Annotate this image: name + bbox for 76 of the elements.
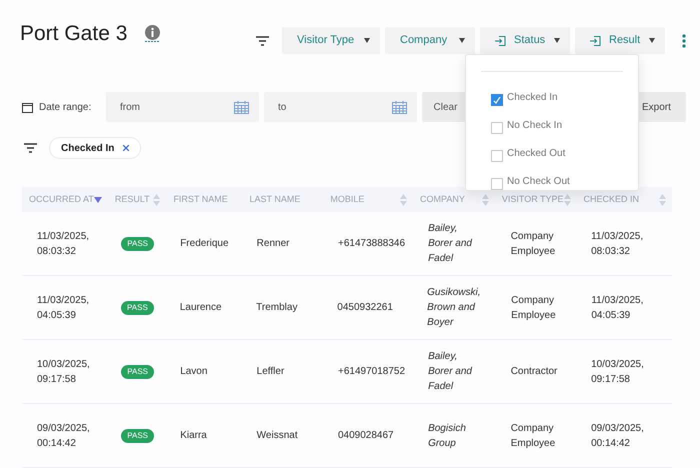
- from-date-field[interactable]: from: [106, 92, 259, 122]
- table-cell-text: Kiarra: [180, 429, 208, 443]
- table-cell-text: 09/03/2025, 00:14:42: [37, 422, 91, 450]
- table-cell-text: Laurence: [180, 301, 223, 315]
- calendar-icon: [22, 102, 33, 112]
- table-cell-text: Company Employee: [511, 294, 557, 322]
- page-title: Port Gate 3: [20, 21, 128, 47]
- status-option[interactable]: No Check In: [481, 114, 623, 142]
- result-badge: PASS: [121, 429, 154, 443]
- filter-icon[interactable]: [24, 143, 37, 153]
- sort-icon[interactable]: [153, 194, 160, 206]
- filter-icon[interactable]: [256, 36, 269, 46]
- table-cell-text: Weissnat: [256, 429, 299, 443]
- sort-icon[interactable]: [659, 194, 666, 206]
- table-cell-text: 0409028467: [338, 429, 395, 443]
- table-cell-text: Bogisich Group: [428, 422, 467, 450]
- table-cell-text: 11/03/2025, 08:03:32: [37, 230, 90, 258]
- caret-icon: [364, 38, 370, 43]
- table-cell-text: Bailey, Borer and Fadel: [428, 350, 474, 394]
- checkbox[interactable]: [491, 122, 503, 134]
- result-badge: PASS: [121, 237, 154, 251]
- column-header: LAST NAME: [249, 192, 300, 206]
- table-cell-text: Company Employee: [510, 230, 556, 258]
- table-cell-text: Lavon: [180, 365, 208, 379]
- info-icon[interactable]: [145, 25, 160, 42]
- chip-label: Checked In: [61, 142, 114, 156]
- sort-icon[interactable]: [482, 194, 489, 206]
- column-header: OCCURRED AT: [29, 192, 94, 206]
- table-cell-text: 0450932261: [337, 301, 394, 315]
- table-cell-text: 10/03/2025, 09:17:58: [37, 358, 91, 386]
- sort-icon[interactable]: [400, 194, 407, 206]
- checkbox[interactable]: [491, 94, 503, 106]
- table-cell-text: 11/03/2025, 08:03:32: [591, 230, 644, 258]
- more-options-icon[interactable]: [682, 34, 686, 48]
- column-header: COMPANY: [420, 192, 465, 206]
- table-cell-text: Contractor: [510, 365, 558, 379]
- column-header: RESULT: [114, 192, 150, 206]
- column-header: VISITOR TYPE: [502, 192, 564, 206]
- table-cell-text: Renner: [256, 237, 290, 251]
- filter-dropdown[interactable]: Result: [575, 27, 665, 54]
- table-cell-text: Company Employee: [510, 422, 556, 450]
- caret-icon: [554, 38, 560, 43]
- sort-icon[interactable]: [564, 194, 571, 206]
- table-cell-text: Leffler: [256, 365, 286, 379]
- calendar-icon[interactable]: [234, 101, 249, 114]
- table-cell-text: Tremblay: [256, 301, 298, 315]
- date-range-label: Date range:: [39, 100, 92, 114]
- table-cell-text: 11/03/2025, 04:05:39: [37, 294, 90, 322]
- result-badge: PASS: [121, 365, 154, 379]
- column-header: FIRST NAME: [173, 192, 228, 206]
- status-option[interactable]: Checked Out: [481, 142, 623, 170]
- sign-in-icon: [590, 36, 601, 46]
- filter-dropdown[interactable]: Visitor Type: [282, 27, 380, 54]
- checkbox[interactable]: [491, 178, 503, 190]
- table-cell-text: 11/03/2025, 04:05:39: [591, 294, 644, 322]
- caret-icon: [649, 38, 655, 43]
- table-cell-text: Frederique: [180, 237, 230, 251]
- table-cell-text: +61497018752: [338, 365, 406, 379]
- to-date-field[interactable]: to: [264, 92, 417, 122]
- column-header: MOBILE: [330, 192, 364, 206]
- table-cell-text: 09/03/2025, 00:14:42: [591, 422, 645, 450]
- checkbox[interactable]: [491, 150, 503, 162]
- remove-icon[interactable]: [123, 145, 130, 151]
- result-badge: PASS: [121, 301, 154, 315]
- filter-dropdown[interactable]: Status: [480, 27, 570, 54]
- table-cell-text: Bailey, Borer and Fadel: [428, 222, 474, 266]
- filter-dropdown[interactable]: Company: [385, 27, 475, 54]
- caret-icon: [459, 38, 465, 43]
- sort-descending-icon[interactable]: [94, 196, 102, 202]
- table-cell-text: Gusikowski, Brown and Boyer: [427, 286, 480, 330]
- column-header: CHECKED IN: [584, 192, 640, 206]
- sign-in-icon: [495, 36, 506, 46]
- table-cell-text: +61473888346: [338, 237, 406, 251]
- table-cell-text: 10/03/2025, 09:17:58: [591, 358, 645, 386]
- status-option[interactable]: Checked In: [481, 86, 623, 114]
- calendar-icon[interactable]: [392, 101, 407, 114]
